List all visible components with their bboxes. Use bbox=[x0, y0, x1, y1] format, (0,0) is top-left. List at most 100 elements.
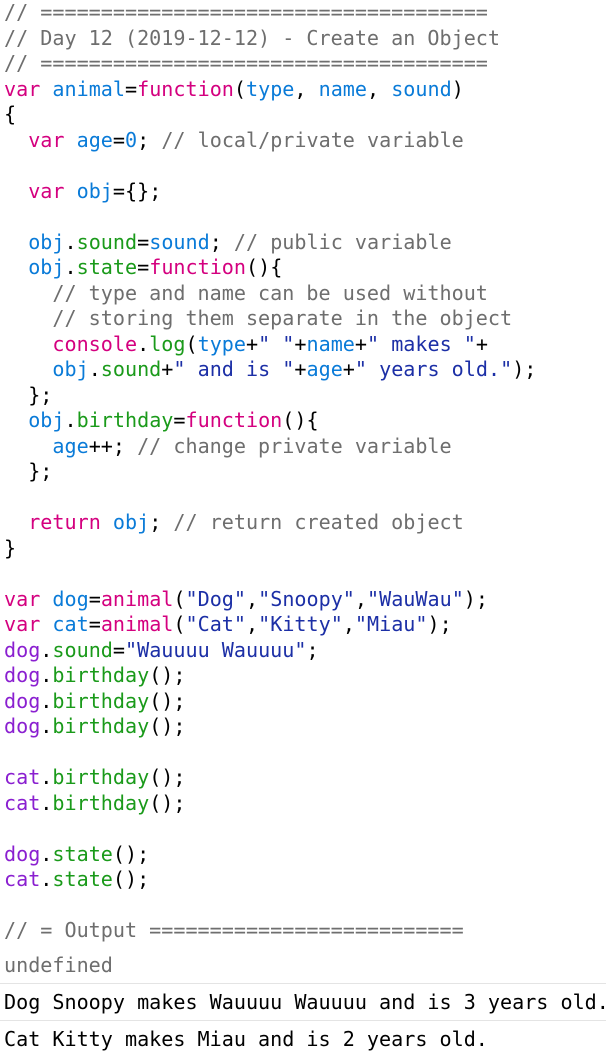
code-object: dog bbox=[4, 663, 41, 687]
code-punctuation bbox=[65, 179, 77, 203]
console-return-value: undefined bbox=[0, 947, 606, 984]
code-object: dog bbox=[4, 637, 41, 662]
code-method: birthday bbox=[52, 663, 150, 687]
code-punctuation: . bbox=[40, 765, 53, 789]
code-punctuation: (); bbox=[149, 765, 186, 789]
code-line: console.log(type+" "+name+" makes "+ bbox=[4, 332, 606, 358]
code-punctuation: . bbox=[40, 663, 53, 687]
code-punctuation: = bbox=[137, 255, 150, 279]
code-punctuation: } bbox=[4, 535, 17, 560]
code-punctuation bbox=[4, 255, 28, 279]
code-object: cat bbox=[4, 790, 41, 815]
code-method: sound bbox=[100, 357, 162, 381]
code-punctuation: ( bbox=[173, 612, 186, 636]
code-line: var obj={}; bbox=[4, 179, 606, 205]
code-comment: // return created object bbox=[173, 510, 464, 534]
code-punctuation bbox=[4, 434, 52, 458]
code-punctuation bbox=[65, 128, 77, 152]
code-punctuation bbox=[4, 357, 52, 381]
code-identifier: obj bbox=[28, 255, 65, 279]
code-string: " and is " bbox=[173, 357, 295, 381]
code-method: state bbox=[76, 255, 138, 279]
code-identifier: obj bbox=[28, 408, 65, 432]
code-editor[interactable]: // =====================================… bbox=[0, 0, 606, 944]
code-punctuation: ); bbox=[463, 586, 488, 611]
code-identifier: cat bbox=[52, 612, 89, 636]
code-punctuation: (); bbox=[112, 841, 150, 866]
code-line: dog.birthday(); bbox=[4, 714, 606, 740]
code-keyword: console bbox=[52, 331, 138, 356]
code-keyword: var bbox=[4, 586, 41, 611]
code-punctuation: ( bbox=[173, 586, 186, 611]
code-line: age++; // change private variable bbox=[4, 434, 606, 460]
code-punctuation: (); bbox=[149, 688, 186, 713]
code-punctuation: ( bbox=[185, 331, 198, 356]
code-comment: // ===================================== bbox=[4, 51, 488, 75]
code-punctuation: }; bbox=[4, 459, 53, 483]
code-comment: // = Output ========================== bbox=[4, 918, 464, 942]
code-identifier: obj bbox=[52, 357, 89, 381]
code-line: obj.state=function(){ bbox=[4, 255, 606, 281]
code-keyword: var bbox=[28, 178, 65, 203]
code-punctuation: = bbox=[112, 637, 126, 662]
code-punctuation: + bbox=[354, 331, 367, 356]
code-keyword: function bbox=[149, 255, 246, 279]
code-identifier: obj bbox=[28, 229, 65, 254]
code-comment: // Day 12 (2019-12-12) - Create an Objec… bbox=[4, 25, 500, 50]
code-punctuation: . bbox=[40, 688, 53, 713]
code-object: cat bbox=[4, 867, 41, 891]
code-object: cat bbox=[4, 765, 41, 789]
code-punctuation: = bbox=[125, 76, 138, 101]
code-punctuation: ; bbox=[149, 510, 174, 534]
code-comment: // local/private variable bbox=[161, 127, 464, 152]
code-identifier: type bbox=[246, 76, 295, 101]
code-method: birthday bbox=[76, 408, 174, 432]
code-punctuation: , bbox=[294, 76, 319, 101]
code-punctuation: ); bbox=[427, 612, 452, 636]
code-punctuation: }; bbox=[4, 382, 53, 407]
code-string: "WauWau" bbox=[367, 586, 464, 611]
code-line: cat.state(); bbox=[4, 867, 606, 893]
code-punctuation: (); bbox=[112, 867, 150, 891]
console-output: undefined Dog Snoopy makes Wauuuu Wauuuu… bbox=[0, 947, 606, 1057]
code-punctuation: . bbox=[40, 637, 53, 662]
code-line: dog.sound="Wauuuu Wauuuu"; bbox=[4, 638, 606, 664]
code-keyword: function bbox=[137, 76, 234, 101]
code-punctuation: (){ bbox=[282, 408, 319, 432]
code-string: " " bbox=[258, 331, 295, 356]
code-punctuation: , bbox=[246, 586, 259, 611]
code-punctuation bbox=[4, 179, 28, 203]
code-line: dog.birthday(); bbox=[4, 689, 606, 715]
console-log-line: Cat Kitty makes Miau and is 2 years old. bbox=[4, 1027, 488, 1051]
code-punctuation: . bbox=[40, 714, 53, 738]
code-string: " years old." bbox=[354, 357, 513, 381]
console-log-line: Dog Snoopy makes Wauuuu Wauuuu and is 3 … bbox=[0, 984, 606, 1021]
code-punctuation: . bbox=[64, 408, 77, 432]
code-method: birthday bbox=[52, 714, 150, 738]
code-punctuation: ; bbox=[209, 229, 234, 254]
code-line: return obj; // return created object bbox=[4, 510, 606, 536]
code-punctuation: ++; bbox=[88, 433, 138, 458]
code-string: "Wauuuu Wauuuu" bbox=[125, 637, 307, 662]
code-punctuation: + bbox=[161, 357, 174, 381]
code-punctuation: + bbox=[294, 357, 307, 381]
code-method: birthday bbox=[52, 790, 150, 815]
code-keyword: function bbox=[185, 408, 283, 432]
code-identifier: name bbox=[306, 331, 355, 356]
code-punctuation: = bbox=[88, 612, 101, 636]
code-punctuation bbox=[101, 510, 113, 534]
code-block[interactable]: // =====================================… bbox=[0, 0, 606, 944]
code-punctuation bbox=[40, 587, 52, 611]
code-punctuation: . bbox=[40, 867, 53, 891]
code-string: "Snoopy" bbox=[258, 586, 355, 611]
code-line: cat.birthday(); bbox=[4, 791, 606, 817]
code-number: 0 bbox=[125, 127, 138, 152]
code-line: obj.sound=sound; // public variable bbox=[4, 230, 606, 256]
code-punctuation: , bbox=[342, 612, 355, 636]
code-punctuation: . bbox=[40, 790, 53, 815]
code-line: }; bbox=[4, 383, 606, 409]
code-method: log bbox=[149, 331, 186, 356]
